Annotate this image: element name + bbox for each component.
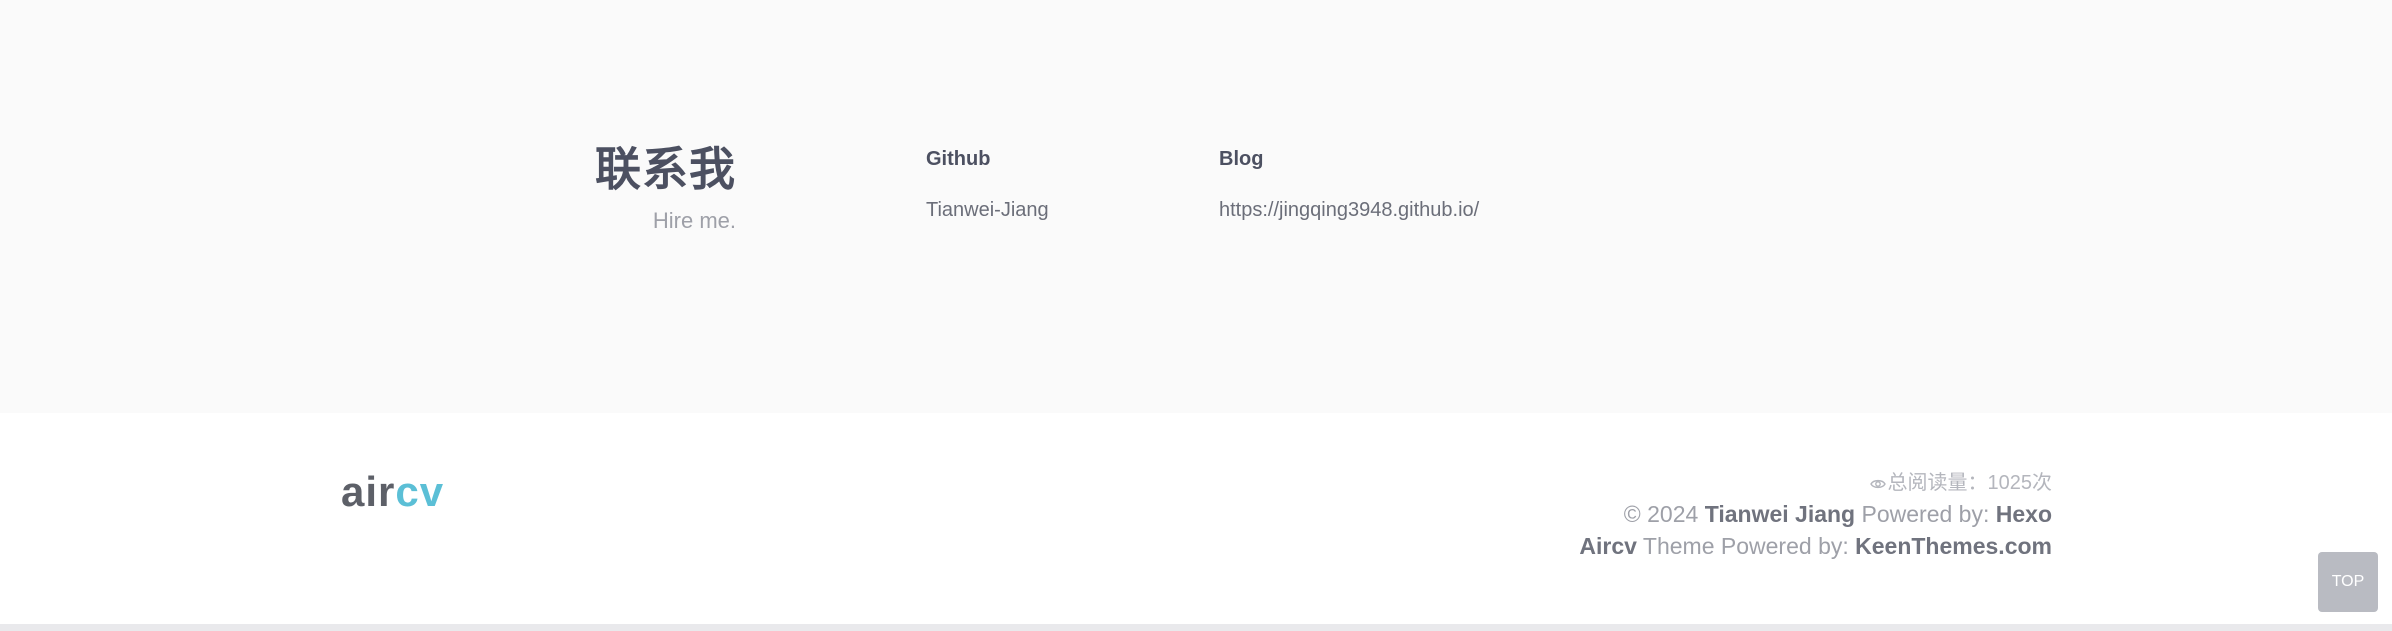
logo-part-air: air <box>341 468 396 515</box>
logo-part-cv: cv <box>395 468 445 515</box>
eye-icon <box>1869 470 1886 498</box>
theme-line: Aircv Theme Powered by: KeenThemes.com <box>1579 530 2052 562</box>
read-count-text: 总阅读量：1025次 <box>1887 472 2053 494</box>
blog-link[interactable]: https://jingqing3948.github.io/ <box>1219 198 1479 222</box>
footer-bottom-line <box>0 624 2392 631</box>
github-title: Github <box>926 148 991 170</box>
back-to-top-button[interactable]: TOP <box>2318 552 2378 612</box>
keenthemes-link[interactable]: KeenThemes.com <box>1855 533 2052 559</box>
footer-info: 总阅读量：1025次 © 2024 Tianwei Jiang Powered … <box>1579 469 2052 562</box>
contact-subtitle: Hire me. <box>652 208 736 233</box>
powered-by-label: Powered by: <box>1855 501 1996 527</box>
blog-title: Blog <box>1219 148 1264 170</box>
site-logo[interactable]: aircv <box>341 467 444 517</box>
site-footer: aircv 总阅读量：1025次 © 2024 Tianwei Jiang Po… <box>0 413 2392 626</box>
author-name: Tianwei Jiang <box>1704 501 1856 527</box>
github-link[interactable]: Tianwei-Jiang <box>926 198 1049 222</box>
theme-powered-label: Theme Powered by: <box>1636 533 1856 559</box>
github-column: Github Tianwei-Jiang <box>926 147 1049 222</box>
hexo-link[interactable]: Hexo <box>1996 501 2052 527</box>
blog-column: Blog https://jingqing3948.github.io/ <box>1219 147 1479 222</box>
read-count: 总阅读量：1025次 <box>1579 469 2052 498</box>
copyright-line: © 2024 Tianwei Jiang Powered by: Hexo <box>1579 498 2052 530</box>
copyright-prefix: © 2024 <box>1623 501 1705 527</box>
contact-heading: 联系我 Hire me. <box>595 140 736 234</box>
contact-section: 联系我 Hire me. Github Tianwei-Jiang Blog h… <box>0 0 2392 413</box>
contact-title: 联系我 <box>595 142 736 196</box>
aircv-theme-link[interactable]: Aircv <box>1579 533 1637 559</box>
